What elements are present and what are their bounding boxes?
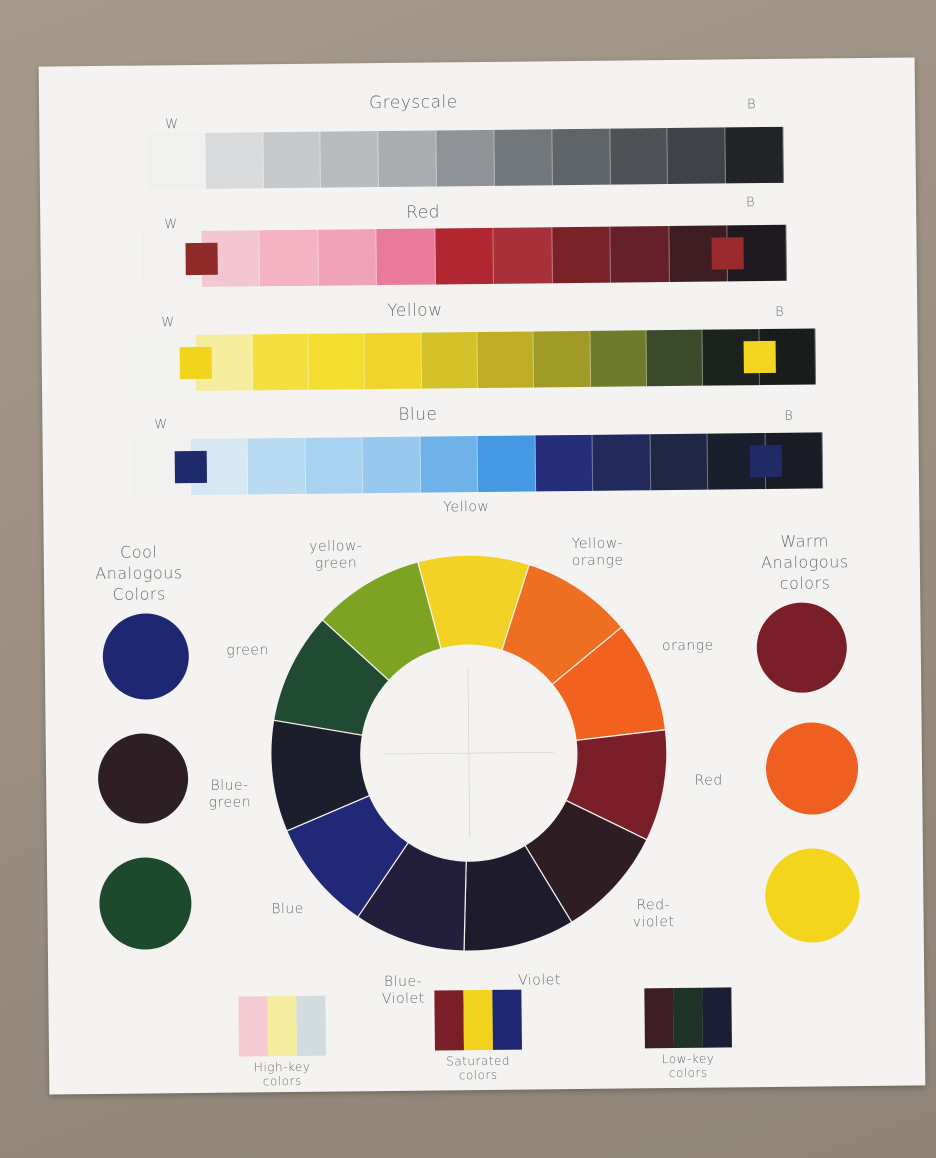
greyscale-swatch: [320, 131, 380, 188]
yellow-pure-hue-chip-right: [743, 340, 776, 374]
yellow-black-end-label: B: [775, 304, 785, 320]
cool-analogous-circle: [97, 733, 189, 825]
yellow-scale-title: Yellow: [387, 300, 443, 321]
wheel-label-red: Red: [694, 772, 723, 790]
red-swatch: [610, 226, 670, 283]
blue-swatch: [247, 437, 306, 495]
wheel-label-red-violet: Red- violet: [632, 897, 675, 931]
red-pure-hue-chip-left: [185, 242, 218, 276]
warm-analogous-circle: [765, 722, 859, 816]
scheme-swatch-group: [238, 995, 327, 1057]
scheme-label: Saturated colors: [446, 1053, 511, 1083]
greyscale-scale-title: Greyscale: [368, 92, 458, 114]
warm-analogous-circle: [764, 848, 860, 944]
red-pure-hue-chip-right: [711, 237, 745, 270]
greyscale-black-end-label: B: [747, 97, 757, 113]
wheel-label-yellow-green: yellow- green: [309, 538, 363, 573]
greyscale-value-strip: [147, 126, 784, 190]
red-swatch: [493, 227, 553, 284]
scheme-swatch: [644, 988, 674, 1049]
wheel-label-orange: orange: [661, 638, 714, 655]
greyscale-swatch: [667, 127, 727, 185]
red-swatch: [259, 229, 319, 287]
yellow-swatch: [252, 333, 310, 391]
warm-analogous-swatches: [39, 57, 915, 944]
greyscale-swatch: [552, 128, 611, 186]
yellow-white-end-label: W: [161, 315, 175, 331]
color-schemes: High-key colors Saturated colors Low-key c…: [39, 57, 915, 1088]
greyscale-swatch: [725, 126, 784, 184]
greyscale-swatch: [262, 131, 322, 189]
wheel-label-blue: Blue: [271, 901, 304, 918]
scheme-label: High-key colors: [253, 1059, 311, 1089]
blue-swatch: [477, 435, 536, 493]
greyscale-swatch: [378, 130, 437, 188]
yellow-swatch: [590, 330, 647, 387]
greyscale-white-end-label: W: [165, 117, 179, 133]
cool-analogous-swatches: [39, 57, 915, 951]
yellow-swatch: [364, 332, 422, 390]
red-value-strip: [142, 224, 787, 288]
wheel-label-blue-green: Blue- green: [208, 777, 252, 812]
blue-scale-title: Blue: [398, 404, 438, 425]
scheme-swatch: [702, 987, 732, 1048]
scheme-swatch-group: [434, 989, 522, 1051]
cool-analogous-circle: [98, 857, 192, 951]
blue-pure-hue-chip-right: [749, 444, 782, 478]
scheme-swatch-group: [644, 987, 732, 1049]
red-swatch: [376, 228, 436, 286]
poster-board: Greyscale W B Red W B Yellow W B Blue W B Cool Anal…: [38, 57, 926, 1095]
blue-value-strip: [132, 432, 824, 496]
greyscale-swatch: [436, 129, 495, 187]
wheel-label-violet: Violet: [517, 972, 561, 989]
blue-swatch: [362, 436, 421, 494]
scheme-swatch: [463, 989, 493, 1051]
blue-pure-hue-chip-left: [174, 450, 207, 484]
red-swatch: [552, 226, 612, 284]
blue-black-end-label: B: [784, 408, 794, 424]
scheme-swatch: [238, 996, 269, 1057]
greyscale-swatch: [494, 129, 553, 186]
scheme-label: Low-key colors: [661, 1051, 715, 1081]
blue-swatch: [535, 434, 594, 492]
scheme-swatch: [673, 987, 703, 1049]
yellow-swatch: [308, 333, 366, 390]
yellow-swatch: [477, 331, 535, 389]
blue-swatch: [420, 436, 479, 493]
yellow-swatch: [646, 329, 704, 387]
red-scale-title: Red: [406, 202, 441, 223]
blue-swatch: [592, 434, 651, 491]
scheme-swatch: [267, 995, 298, 1057]
warm-analogous-circle: [756, 602, 848, 694]
wheel-label-yellow-orange: Yellow- orange: [571, 535, 624, 570]
red-swatch: [318, 229, 378, 286]
blue-white-end-label: W: [154, 417, 168, 433]
blue-swatch: [650, 433, 709, 491]
scheme-swatch: [434, 990, 464, 1051]
value-scales: Greyscale W B Red W B Yellow W B Blue W B: [39, 57, 915, 496]
cool-analogous-title: Cool Analogous Colors: [95, 542, 183, 604]
greyscale-swatch: [609, 128, 669, 185]
cool-analogous-circle: [102, 613, 190, 700]
blue-swatch: [305, 437, 364, 494]
wheel-label-green: green: [226, 642, 269, 660]
yellow-value-strip: [139, 328, 816, 392]
red-white-end-label: W: [164, 217, 178, 233]
yellow-swatch: [421, 332, 479, 389]
red-black-end-label: B: [746, 195, 756, 211]
scheme-swatch: [296, 995, 327, 1056]
wheel-label-yellow: Yellow: [443, 498, 490, 516]
greyscale-swatch: [147, 132, 206, 190]
yellow-swatch: [533, 330, 591, 388]
red-swatch: [435, 227, 495, 285]
yellow-pure-hue-chip-left: [179, 346, 213, 380]
greyscale-swatch: [205, 132, 264, 189]
warm-analogous-title: Warm Analogous colors: [761, 531, 849, 593]
scheme-swatch: [492, 989, 522, 1050]
color-wheel-labels: Yellow Yellow- orange orange Red Red- violet…: [39, 57, 915, 1007]
